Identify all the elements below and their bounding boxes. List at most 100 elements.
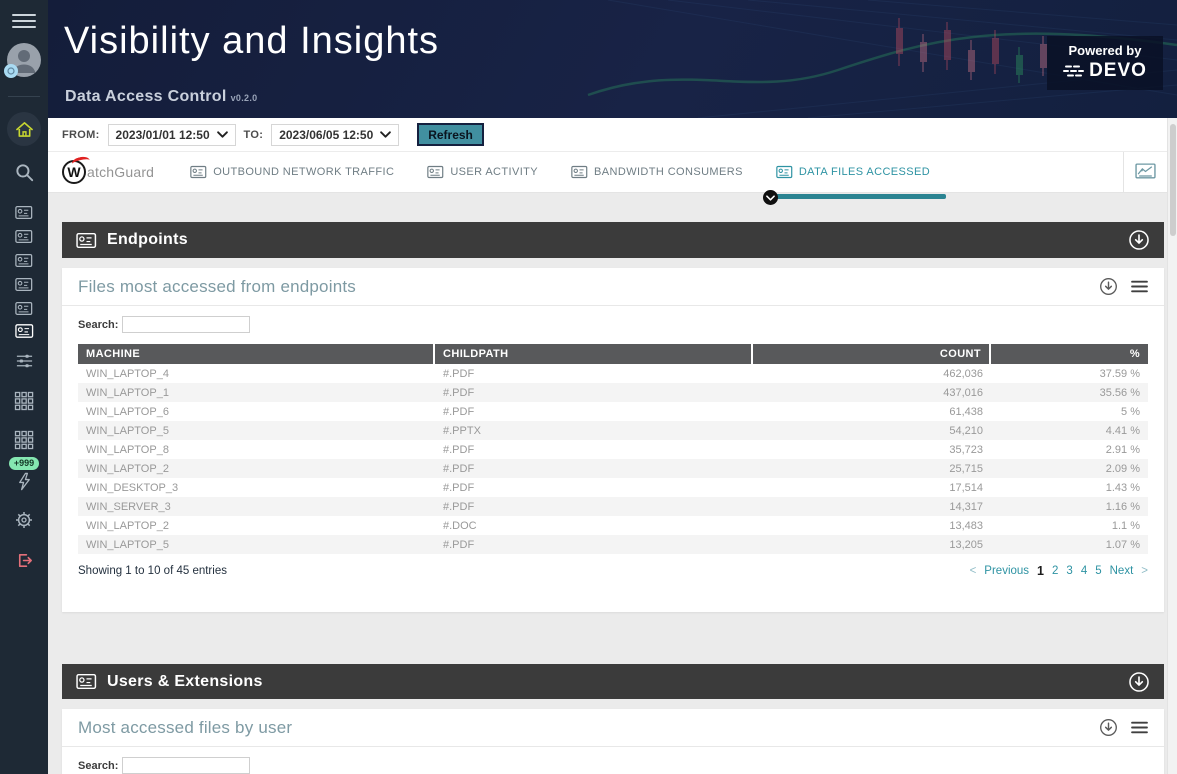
logout-icon	[15, 551, 34, 570]
lightning-icon	[15, 472, 34, 491]
download-circle-icon[interactable]	[1099, 718, 1118, 737]
menu-icon[interactable]	[1131, 721, 1148, 734]
date-range-toolbar: FROM: 2023/01/01 12:50 TO: 2023/06/05 12…	[48, 118, 1167, 152]
chart-image-button[interactable]	[1123, 152, 1167, 192]
dashboard-card-icon	[15, 301, 33, 316]
tab-label: DATA FILES ACCESSED	[799, 166, 930, 178]
sidebar-divider	[8, 96, 40, 97]
sidebar: +999	[0, 0, 48, 774]
devo-brand-text: DEVO	[1089, 60, 1147, 82]
search-icon	[15, 163, 34, 182]
download-circle-icon[interactable]	[1099, 277, 1118, 296]
sidebar-item-home[interactable]	[0, 112, 48, 146]
table-row: WIN_LAPTOP_5#.PPTX54,2104.41 %	[78, 421, 1148, 440]
from-date-select[interactable]: 2023/01/01 12:50	[108, 124, 236, 146]
panel-title: Most accessed files by user	[78, 718, 292, 738]
table-row: WIN_LAPTOP_4#.PDF462,03637.59 %	[78, 364, 1148, 383]
page-number[interactable]: 5	[1095, 565, 1101, 577]
next-arrow[interactable]: >	[1141, 565, 1148, 577]
watchguard-logo: W atchGuard	[62, 160, 154, 184]
previous-button[interactable]: Previous	[984, 565, 1029, 577]
page-subtitle: Data Access Controlv0.2.0	[65, 88, 257, 106]
panel-title: Files most accessed from endpoints	[78, 277, 356, 297]
tab-user-activity[interactable]: USER ACTIVITY	[427, 165, 538, 179]
pagination: < Previous 1 2 3 4 5 Next >	[970, 564, 1148, 578]
to-date-value: 2023/06/05 12:50	[279, 128, 373, 142]
section-header-users-extensions: Users & Extensions	[62, 664, 1164, 699]
card-icon	[76, 232, 97, 249]
endpoints-table: MACHINE CHILDPATH COUNT % WIN_LAPTOP_4#.…	[78, 344, 1148, 554]
chevron-down-icon	[380, 131, 391, 138]
download-circle-icon[interactable]	[1128, 229, 1150, 251]
page-number[interactable]: 1	[1037, 564, 1044, 578]
dashboard-card-icon	[15, 253, 33, 268]
sidebar-item-logout[interactable]	[0, 549, 48, 571]
download-circle-icon[interactable]	[1128, 671, 1150, 693]
tab-outbound-network-traffic[interactable]: OUTBOUND NETWORK TRAFFIC	[190, 165, 394, 179]
version-label: v0.2.0	[231, 93, 258, 103]
tab-data-files-accessed[interactable]: DATA FILES ACCESSED	[776, 165, 930, 179]
sidebar-item-alerts[interactable]	[0, 471, 48, 491]
from-date-value: 2023/01/01 12:50	[116, 128, 210, 142]
sidebar-item-dashboard-2[interactable]	[0, 227, 48, 245]
card-icon	[776, 165, 793, 179]
refresh-button[interactable]: Refresh	[417, 123, 484, 146]
table-row: WIN_LAPTOP_8#.PDF35,7232.91 %	[78, 440, 1148, 459]
tab-label: OUTBOUND NETWORK TRAFFIC	[213, 166, 394, 178]
user-avatar[interactable]	[0, 38, 48, 82]
tab-bar: W atchGuard OUTBOUND NETWORK TRAFFIC USE…	[48, 152, 1167, 193]
table-entries-status: Showing 1 to 10 of 45 entries	[78, 565, 227, 577]
section-title: Users & Extensions	[107, 673, 263, 691]
avatar-status-badge	[4, 64, 18, 78]
scrollbar-thumb[interactable]	[1170, 124, 1176, 236]
dashboard-card-icon	[15, 277, 33, 292]
home-icon	[15, 121, 34, 138]
page-title: Visibility and Insights	[64, 20, 439, 63]
column-header-machine: MACHINE	[78, 344, 435, 364]
sidebar-item-filters[interactable]	[0, 352, 48, 370]
menu-icon[interactable]	[1131, 280, 1148, 293]
alerts-count-badge: +999	[0, 456, 48, 470]
chevron-down-icon	[766, 195, 775, 201]
tab-bandwidth-consumers[interactable]: BANDWIDTH CONSUMERS	[571, 165, 743, 179]
to-label: TO:	[244, 129, 264, 141]
card-icon	[571, 165, 588, 179]
sidebar-item-apps-2[interactable]	[0, 430, 48, 450]
search-input[interactable]	[122, 757, 250, 774]
page-number[interactable]: 4	[1081, 565, 1087, 577]
from-label: FROM:	[62, 129, 100, 141]
table-row: WIN_DESKTOP_3#.PDF17,5141.43 %	[78, 478, 1148, 497]
sidebar-item-dashboard-1[interactable]	[0, 203, 48, 221]
column-header-count: COUNT	[753, 344, 991, 364]
to-date-select[interactable]: 2023/06/05 12:50	[271, 124, 399, 146]
sidebar-item-settings[interactable]	[0, 509, 48, 531]
column-header-childpath: CHILDPATH	[435, 344, 753, 364]
search-input[interactable]	[122, 316, 250, 333]
apps-grid-icon	[14, 430, 34, 450]
sidebar-item-search[interactable]	[0, 160, 48, 184]
previous-arrow[interactable]: <	[970, 565, 977, 577]
page-number[interactable]: 3	[1066, 565, 1072, 577]
card-icon	[427, 165, 444, 179]
search-label: Search:	[78, 760, 118, 772]
users-extensions-panel: Most accessed files by user Search:	[62, 709, 1164, 774]
section-header-endpoints: Endpoints	[62, 222, 1164, 258]
sidebar-item-dashboard-active[interactable]	[0, 322, 48, 340]
table-row: WIN_LAPTOP_5#.PDF13,2051.07 %	[78, 535, 1148, 554]
page-number[interactable]: 2	[1052, 565, 1058, 577]
active-tab-caret[interactable]	[763, 190, 778, 205]
table-header-row: MACHINE CHILDPATH COUNT %	[78, 344, 1148, 364]
menu-icon[interactable]	[0, 10, 48, 32]
sidebar-item-apps-1[interactable]	[0, 391, 48, 411]
dashboard-card-icon	[15, 205, 33, 220]
card-icon	[190, 165, 207, 179]
sidebar-item-dashboard-3[interactable]	[0, 251, 48, 269]
dashboard-card-icon	[15, 229, 33, 244]
table-row: WIN_LAPTOP_1#.PDF437,01635.56 %	[78, 383, 1148, 402]
next-button[interactable]: Next	[1110, 565, 1134, 577]
active-tab-underline	[770, 194, 946, 199]
sidebar-item-dashboard-5[interactable]	[0, 299, 48, 317]
apps-grid-icon	[14, 391, 34, 411]
tab-label: BANDWIDTH CONSUMERS	[594, 166, 743, 178]
sidebar-item-dashboard-4[interactable]	[0, 275, 48, 293]
